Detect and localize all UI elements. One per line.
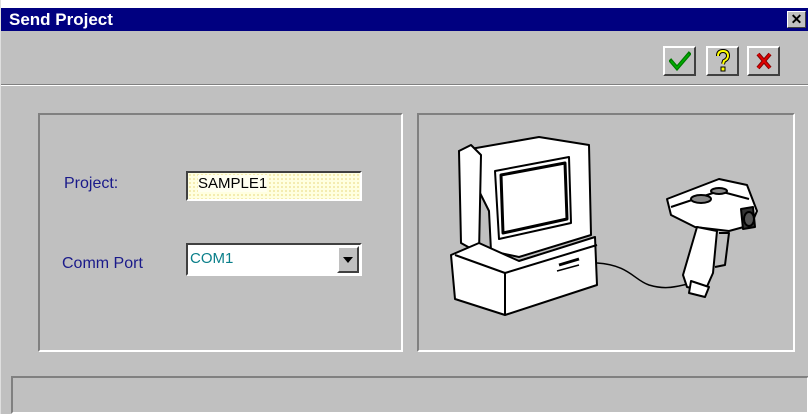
- toolbar: [1, 31, 808, 86]
- window-title: Send Project: [9, 10, 113, 29]
- close-button[interactable]: ✕: [787, 11, 806, 28]
- ok-button[interactable]: [663, 46, 696, 76]
- help-button[interactable]: [706, 46, 739, 76]
- question-icon: [715, 49, 730, 72]
- cancel-button[interactable]: [747, 46, 780, 76]
- project-field[interactable]: SAMPLE1: [186, 171, 362, 201]
- project-settings-panel: Project: SAMPLE1 Comm Port COM1: [38, 113, 403, 352]
- status-bar: [11, 376, 808, 414]
- check-icon: [668, 51, 691, 71]
- comm-port-value: COM1: [190, 250, 234, 267]
- chevron-down-icon: [343, 256, 353, 263]
- x-icon: [755, 52, 772, 70]
- project-value: SAMPLE1: [198, 175, 268, 192]
- comm-port-select[interactable]: COM1: [186, 243, 362, 276]
- project-label: Project:: [64, 175, 119, 192]
- title-bar: Send Project ✕: [1, 0, 808, 31]
- comm-port-label: Comm Port: [62, 255, 143, 272]
- computer-and-barcode-scanner-illustration: [450, 136, 758, 316]
- send-project-dialog: Send Project ✕ Project: SAMPLE1 Comm Por…: [0, 0, 808, 414]
- comm-port-dropdown-button[interactable]: [337, 246, 359, 273]
- illustration-panel: [417, 113, 795, 352]
